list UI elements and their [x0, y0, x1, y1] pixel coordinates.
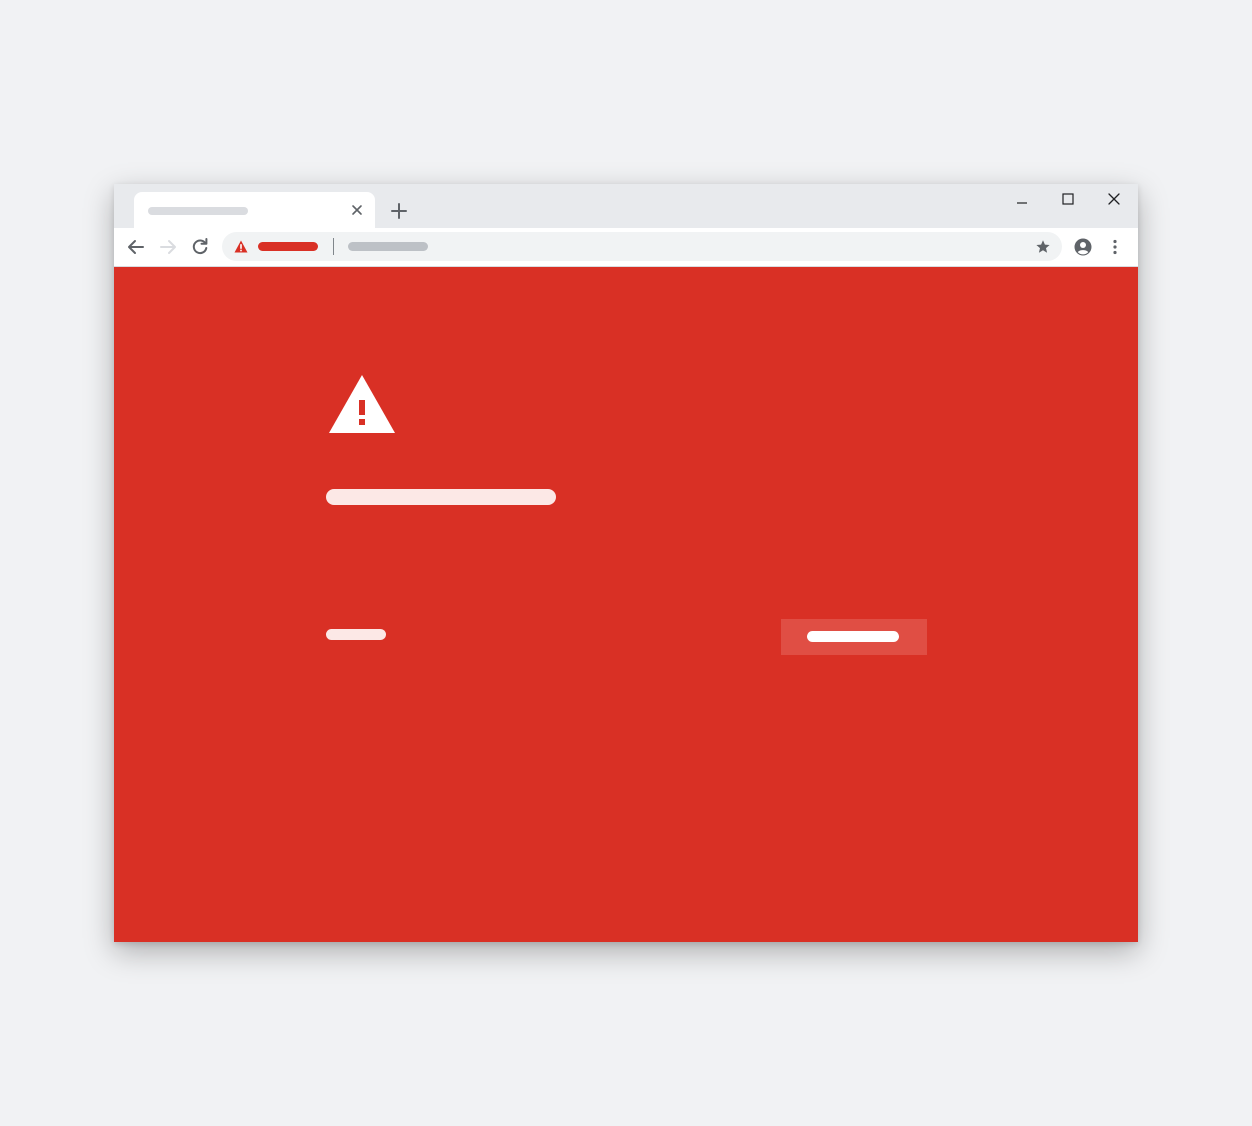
star-icon[interactable] [1034, 238, 1052, 256]
toolbar [114, 228, 1138, 267]
tab-strip [114, 184, 1138, 228]
back-to-safety-button[interactable] [781, 619, 927, 655]
omnibox-divider [333, 238, 334, 255]
browser-window [114, 184, 1138, 942]
tab-title [148, 207, 248, 215]
security-status-label[interactable] [258, 242, 318, 251]
warning-triangle-icon [328, 375, 396, 435]
maximize-icon[interactable] [1053, 188, 1083, 210]
warning-triangle-icon[interactable] [234, 240, 248, 253]
minimize-icon[interactable] [1007, 188, 1037, 210]
back-arrow-icon[interactable] [126, 237, 146, 257]
details-link[interactable] [326, 629, 386, 640]
window-close-icon[interactable] [1099, 188, 1129, 210]
back-to-safety-label [807, 631, 899, 642]
forward-arrow-icon[interactable] [158, 237, 178, 257]
interstitial-page [114, 267, 1138, 942]
more-vertical-icon[interactable] [1107, 237, 1123, 257]
page-heading [326, 489, 556, 505]
tab-active[interactable] [134, 192, 375, 228]
omnibox[interactable] [222, 232, 1062, 261]
url-text[interactable] [348, 242, 428, 251]
new-tab-plus-icon[interactable] [388, 200, 410, 222]
tab-close-icon[interactable] [349, 202, 365, 218]
reload-icon[interactable] [190, 237, 210, 257]
account-circle-icon[interactable] [1073, 237, 1093, 257]
